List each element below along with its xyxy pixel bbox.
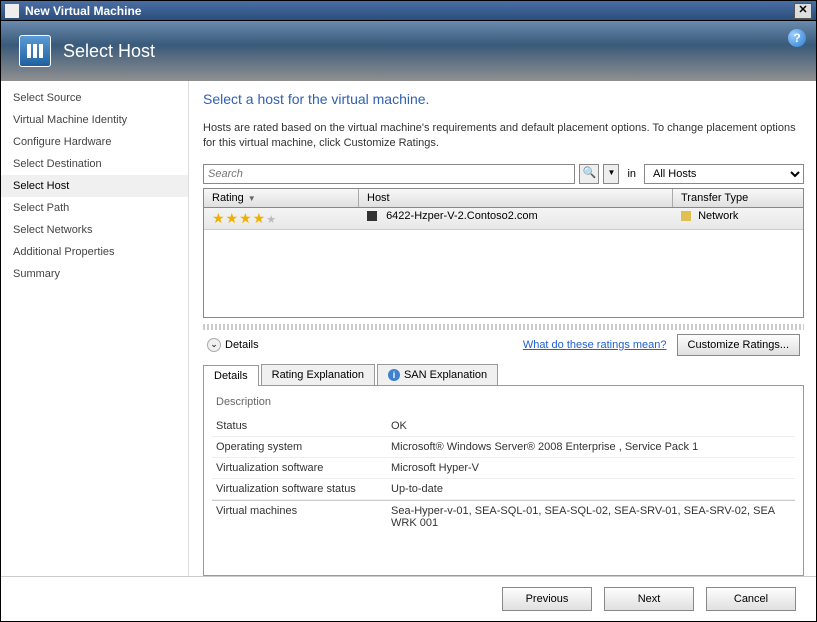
help-icon[interactable]: ? [788, 29, 806, 47]
property-label: Status [216, 420, 391, 432]
property-value: Microsoft Hyper-V [391, 462, 791, 474]
details-label: Details [225, 339, 259, 351]
description-label: Description [212, 394, 795, 410]
column-rating[interactable]: Rating▼ [204, 189, 359, 207]
sidebar-item-summary[interactable]: Summary [1, 263, 188, 285]
sidebar-item-select-networks[interactable]: Select Networks [1, 219, 188, 241]
hosts-table: Rating▼ Host Transfer Type ★★★★★ 6422-Hz… [203, 188, 804, 318]
hosts-table-header: Rating▼ Host Transfer Type [204, 189, 803, 208]
wizard-footer: Previous Next Cancel [1, 576, 816, 620]
network-warning-icon [681, 211, 691, 221]
property-label: Operating system [216, 441, 391, 453]
host-name-cell: 6422-Hzper-V-2.Contoso2.com [359, 208, 673, 229]
property-label: Virtual machines [216, 505, 391, 529]
sidebar-item-select-source[interactable]: Select Source [1, 87, 188, 109]
details-tabs: Details Rating Explanation i SAN Explana… [203, 364, 804, 385]
page-header: Select Host ? [1, 21, 816, 81]
sidebar-item-configure-hardware[interactable]: Configure Hardware [1, 131, 188, 153]
sidebar-item-vm-identity[interactable]: Virtual Machine Identity [1, 109, 188, 131]
property-row: Virtual machines Sea-Hyper-v-01, SEA-SQL… [212, 500, 795, 533]
tab-san-explanation[interactable]: i SAN Explanation [377, 364, 498, 385]
column-host[interactable]: Host [359, 189, 673, 207]
cancel-button[interactable]: Cancel [706, 587, 796, 611]
section-title: Select a host for the virtual machine. [203, 91, 804, 107]
property-label: Virtualization software status [216, 483, 391, 495]
host-row[interactable]: ★★★★★ 6422-Hzper-V-2.Contoso2.com Networ… [204, 208, 803, 230]
sort-desc-icon: ▼ [248, 194, 256, 203]
chevron-down-icon: ⌄ [207, 338, 221, 352]
customize-ratings-button[interactable]: Customize Ratings... [677, 334, 800, 356]
details-toggle[interactable]: ⌄ Details [207, 338, 259, 352]
property-row: Operating system Microsoft® Windows Serv… [212, 437, 795, 458]
sidebar-item-select-path[interactable]: Select Path [1, 197, 188, 219]
tab-details[interactable]: Details [203, 365, 259, 386]
search-row: 🔍 ▼ in All Hosts [203, 164, 804, 184]
column-transfer-type[interactable]: Transfer Type [673, 189, 803, 207]
sidebar-item-additional-properties[interactable]: Additional Properties [1, 241, 188, 263]
close-button[interactable]: ✕ [794, 3, 812, 19]
details-panel: Description Status OK Operating system M… [203, 385, 804, 576]
window-title: New Virtual Machine [25, 4, 794, 18]
wizard-steps-sidebar: Select Source Virtual Machine Identity C… [1, 81, 189, 576]
property-row: Virtualization software status Up-to-dat… [212, 479, 795, 500]
details-bar: ⌄ Details What do these ratings mean? Cu… [203, 332, 804, 358]
sidebar-item-select-host[interactable]: Select Host [1, 175, 188, 197]
property-row: Status OK [212, 416, 795, 437]
sidebar-item-select-destination[interactable]: Select Destination [1, 153, 188, 175]
in-label: in [627, 168, 636, 180]
hosts-filter-select[interactable]: All Hosts [644, 164, 804, 184]
property-value: Microsoft® Windows Server® 2008 Enterpri… [391, 441, 791, 453]
search-dropdown-icon[interactable]: ▼ [603, 164, 619, 184]
property-value: Sea-Hyper-v-01, SEA-SQL-01, SEA-SQL-02, … [391, 505, 791, 529]
main-content: Select a host for the virtual machine. H… [189, 81, 816, 576]
search-input[interactable] [203, 164, 575, 184]
next-button[interactable]: Next [604, 587, 694, 611]
info-icon: i [388, 369, 400, 381]
previous-button[interactable]: Previous [502, 587, 592, 611]
search-icon[interactable]: 🔍 [579, 164, 599, 184]
splitter-handle[interactable] [203, 324, 804, 330]
titlebar: New Virtual Machine ✕ [1, 1, 816, 21]
wizard-icon [19, 35, 51, 67]
section-description: Hosts are rated based on the virtual mac… [203, 121, 804, 152]
host-rating-cell: ★★★★★ [204, 208, 359, 229]
host-transfer-cell: Network [673, 208, 803, 229]
tab-rating-explanation[interactable]: Rating Explanation [261, 364, 375, 385]
property-value: OK [391, 420, 791, 432]
property-label: Virtualization software [216, 462, 391, 474]
ratings-help-link[interactable]: What do these ratings mean? [523, 339, 667, 351]
property-value: Up-to-date [391, 483, 791, 495]
server-icon [367, 211, 377, 221]
page-title: Select Host [63, 41, 155, 62]
star-rating-icon: ★★★★★ [212, 210, 277, 226]
property-row: Virtualization software Microsoft Hyper-… [212, 458, 795, 479]
app-icon [5, 4, 19, 18]
